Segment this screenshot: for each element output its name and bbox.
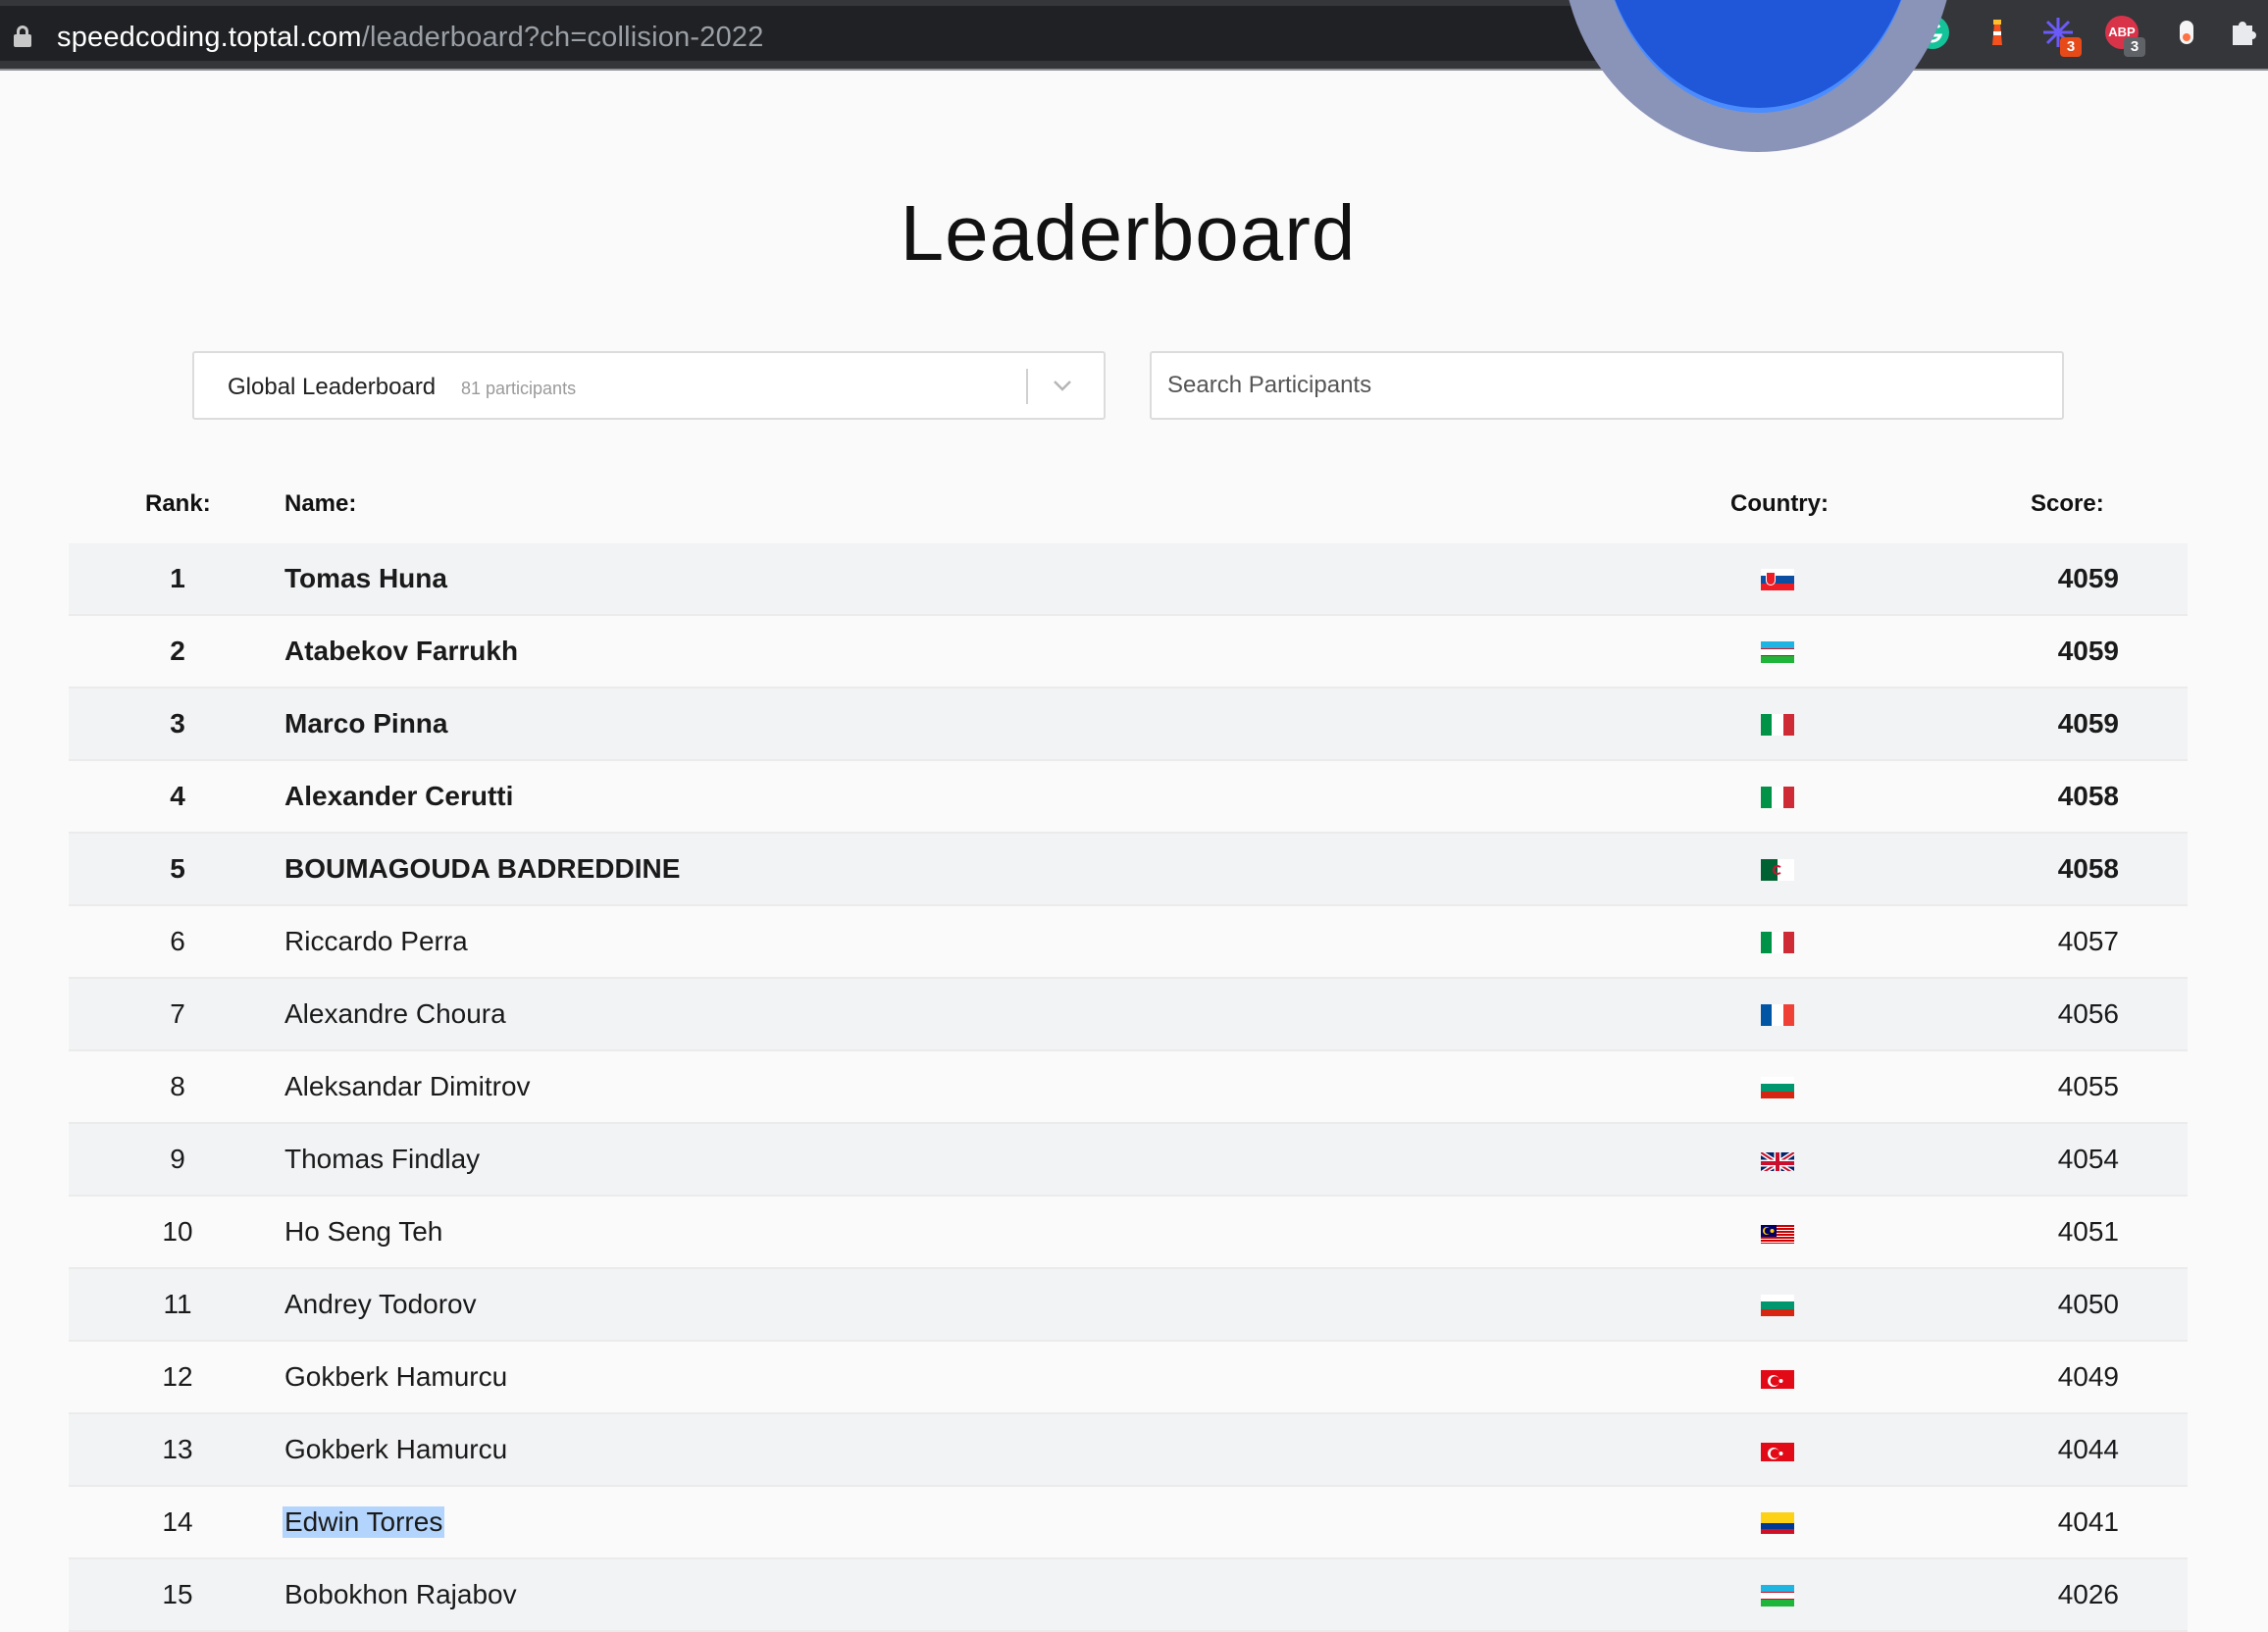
table-row[interactable]: 4 Alexander Cerutti 4058 bbox=[69, 761, 2188, 834]
rank-cell: 1 bbox=[170, 563, 185, 593]
score-header: Score: bbox=[2031, 490, 2104, 517]
table-header: Rank: Name: Country: Score: bbox=[69, 490, 2188, 530]
participant-name: Atabekov Farrukh bbox=[284, 636, 519, 666]
chevron-down-icon[interactable] bbox=[1048, 371, 1077, 400]
score-cell: 4059 bbox=[2057, 563, 2119, 593]
lock-icon[interactable] bbox=[14, 26, 31, 47]
turkey-flag-icon bbox=[1761, 1367, 1794, 1389]
italy-flag-icon bbox=[1761, 787, 1794, 808]
participant-name: Alexandre Choura bbox=[284, 998, 506, 1029]
participants-count: 81 participants bbox=[461, 379, 577, 398]
score-cell: 4059 bbox=[2057, 708, 2119, 739]
leaderboard-table: 1 Tomas Huna 4059 2 Atabekov Farrukh 4059 3 Mar… bbox=[69, 543, 2188, 1632]
score-cell: 4057 bbox=[2057, 926, 2119, 956]
select-divider bbox=[1026, 369, 1028, 404]
score-cell: 4041 bbox=[2057, 1506, 2119, 1537]
leaderboard-select-label: Global Leaderboard bbox=[228, 374, 437, 400]
score-cell: 4054 bbox=[2057, 1144, 2119, 1174]
table-row[interactable]: 6 Riccardo Perra 4057 bbox=[69, 906, 2188, 979]
rank-cell: 12 bbox=[162, 1361, 193, 1392]
country-header: Country: bbox=[1730, 490, 1829, 517]
table-row[interactable]: 11 Andrey Todorov 4050 bbox=[69, 1269, 2188, 1342]
rank-header: Rank: bbox=[145, 490, 211, 517]
sparkle-extension-badge: 3 bbox=[2060, 37, 2082, 57]
table-row[interactable]: 15 Bobokhon Rajabov 4026 bbox=[69, 1559, 2188, 1632]
score-cell: 4044 bbox=[2057, 1434, 2119, 1464]
puzzle-icon[interactable] bbox=[2227, 16, 2260, 49]
rank-cell: 10 bbox=[162, 1216, 193, 1247]
rank-cell: 9 bbox=[170, 1144, 185, 1174]
page-title: Leaderboard bbox=[900, 189, 1357, 277]
table-row[interactable]: 13 Gokberk Hamurcu 4044 bbox=[69, 1414, 2188, 1487]
header-decoration bbox=[1562, 0, 1954, 152]
url-text[interactable]: speedcoding.toptal.com/leaderboard?ch=co… bbox=[57, 22, 764, 54]
search-input[interactable] bbox=[1150, 351, 2064, 420]
italy-flag-icon bbox=[1761, 714, 1794, 736]
participant-name: Gokberk Hamurcu bbox=[284, 1361, 508, 1392]
participant-name: Alexander Cerutti bbox=[284, 781, 514, 811]
table-row[interactable]: 12 Gokberk Hamurcu 4049 bbox=[69, 1342, 2188, 1414]
malaysia-flag-icon bbox=[1761, 1222, 1794, 1244]
participant-name: Thomas Findlay bbox=[284, 1144, 481, 1174]
participant-name: Andrey Todorov bbox=[284, 1289, 477, 1319]
rank-cell: 11 bbox=[163, 1289, 192, 1319]
uzbekistan-flag-icon bbox=[1761, 641, 1794, 663]
score-cell: 4058 bbox=[2057, 781, 2119, 811]
participant-name: Bobokhon Rajabov bbox=[284, 1579, 517, 1609]
table-row[interactable]: 1 Tomas Huna 4059 bbox=[69, 543, 2188, 616]
rank-cell: 2 bbox=[170, 636, 185, 666]
adblock-badge: 3 bbox=[2124, 37, 2145, 57]
uzbekistan-flag-icon bbox=[1761, 1585, 1794, 1606]
score-cell: 4049 bbox=[2057, 1361, 2119, 1392]
colombia-flag-icon bbox=[1761, 1512, 1794, 1534]
score-cell: 4058 bbox=[2057, 853, 2119, 884]
rank-cell: 7 bbox=[170, 998, 185, 1029]
participant-name: Gokberk Hamurcu bbox=[284, 1434, 508, 1464]
table-row[interactable]: 14 Edwin Torres 4041 bbox=[69, 1487, 2188, 1559]
participant-name: Riccardo Perra bbox=[284, 926, 468, 956]
participant-name: BOUMAGOUDA BADREDDINE bbox=[284, 853, 681, 884]
url-host: speedcoding.toptal.com bbox=[57, 22, 362, 53]
participant-name: Aleksandar Dimitrov bbox=[284, 1071, 531, 1101]
united-kingdom-flag-icon bbox=[1761, 1149, 1794, 1171]
participant-name: Edwin Torres bbox=[283, 1506, 445, 1538]
bulgaria-flag-icon bbox=[1761, 1077, 1794, 1098]
toolbar-divider bbox=[0, 69, 2268, 71]
score-cell: 4051 bbox=[2057, 1216, 2119, 1247]
table-row[interactable]: 10 Ho Seng Teh 4051 bbox=[69, 1197, 2188, 1269]
participant-name: Marco Pinna bbox=[284, 708, 448, 739]
rank-cell: 8 bbox=[170, 1071, 185, 1101]
score-cell: 4059 bbox=[2057, 636, 2119, 666]
score-cell: 4056 bbox=[2057, 998, 2119, 1029]
leaderboard-select[interactable]: Global Leaderboard 81 participants bbox=[192, 351, 1106, 420]
lighthouse-icon[interactable] bbox=[1981, 16, 2014, 49]
rank-cell: 4 bbox=[170, 781, 185, 811]
table-row[interactable]: 9 Thomas Findlay 4054 bbox=[69, 1124, 2188, 1197]
slovakia-flag-icon bbox=[1761, 569, 1794, 590]
rank-cell: 15 bbox=[162, 1579, 193, 1609]
rank-cell: 5 bbox=[170, 853, 185, 884]
participant-name: Ho Seng Teh bbox=[284, 1216, 443, 1247]
rank-cell: 6 bbox=[170, 926, 185, 956]
rank-cell: 14 bbox=[162, 1506, 193, 1537]
rank-cell: 13 bbox=[162, 1434, 193, 1464]
extension-icon[interactable] bbox=[2170, 16, 2203, 49]
score-cell: 4026 bbox=[2057, 1579, 2119, 1609]
table-row[interactable]: 5 BOUMAGOUDA BADREDDINE 4058 bbox=[69, 834, 2188, 906]
url-path: /leaderboard?ch=collision-2022 bbox=[361, 22, 764, 53]
table-row[interactable]: 7 Alexandre Choura 4056 bbox=[69, 979, 2188, 1051]
participant-name: Tomas Huna bbox=[284, 563, 447, 593]
table-row[interactable]: 8 Aleksandar Dimitrov 4055 bbox=[69, 1051, 2188, 1124]
table-row[interactable]: 2 Atabekov Farrukh 4059 bbox=[69, 616, 2188, 688]
algeria-flag-icon bbox=[1761, 859, 1794, 881]
score-cell: 4050 bbox=[2057, 1289, 2119, 1319]
rank-cell: 3 bbox=[170, 708, 185, 739]
table-row[interactable]: 3 Marco Pinna 4059 bbox=[69, 688, 2188, 761]
italy-flag-icon bbox=[1761, 932, 1794, 953]
turkey-flag-icon bbox=[1761, 1440, 1794, 1461]
bulgaria-flag-icon bbox=[1761, 1295, 1794, 1316]
name-header: Name: bbox=[284, 490, 357, 517]
france-flag-icon bbox=[1761, 1004, 1794, 1026]
score-cell: 4055 bbox=[2057, 1071, 2119, 1101]
